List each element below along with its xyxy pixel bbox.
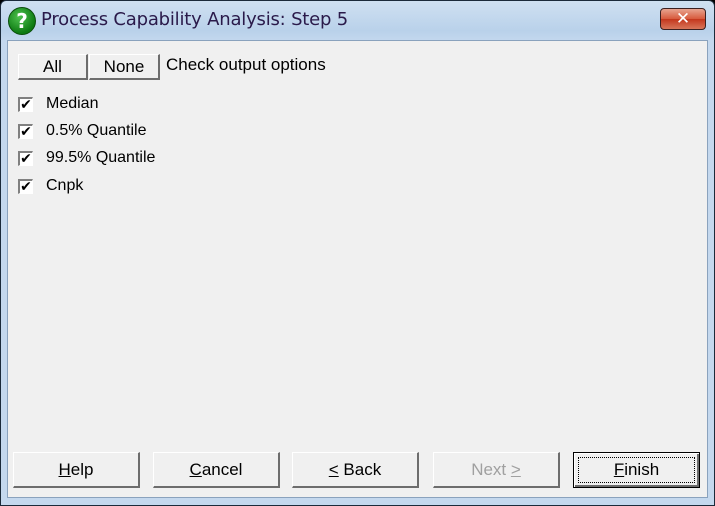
option-quantile-99-5[interactable]: ✔ 99.5% Quantile [18,147,155,169]
dialog-window: ? Process Capability Analysis: Step 5 ✕ … [0,0,715,506]
close-button[interactable]: ✕ [660,8,706,30]
option-label: Cnpk [46,177,84,194]
instruction-label: Check output options [166,55,326,74]
focus-ring [578,457,695,483]
option-label: 0.5% Quantile [46,122,147,139]
button-label: elp [70,460,94,479]
button-label: ancel [201,460,243,479]
button-label: Next [471,460,511,479]
quantile-0-5-checkbox[interactable]: ✔ [18,123,33,139]
window-title: Process Capability Analysis: Step 5 [41,9,349,30]
select-none-button[interactable]: None [89,54,160,80]
help-question-icon: ? [8,7,36,35]
quantile-99-5-checkbox[interactable]: ✔ [18,150,33,166]
option-label: Median [46,95,99,112]
title-bar[interactable]: ? Process Capability Analysis: Step 5 ✕ [1,1,714,41]
close-icon: ✕ [675,9,691,29]
option-median[interactable]: ✔ Median [18,93,98,115]
select-all-button[interactable]: All [18,54,88,80]
dialog-body: All None Check output options ✔ Median ✔… [7,40,708,498]
option-quantile-0-5[interactable]: ✔ 0.5% Quantile [18,120,147,142]
option-cnpk[interactable]: ✔ Cnpk [18,175,83,197]
option-label: 99.5% Quantile [46,149,156,166]
finish-button[interactable]: Finish [573,452,700,488]
mnemonic: C [189,460,202,479]
help-button[interactable]: Help [13,452,140,488]
median-checkbox[interactable]: ✔ [18,96,33,112]
cnpk-checkbox[interactable]: ✔ [18,178,33,194]
mnemonic: < [328,460,339,479]
next-button[interactable]: Next > [433,452,560,488]
mnemonic: > [510,460,521,479]
back-button[interactable]: < Back [292,452,419,488]
mnemonic: H [58,460,71,479]
cancel-button[interactable]: Cancel [153,452,280,488]
button-label: Back [338,460,382,479]
